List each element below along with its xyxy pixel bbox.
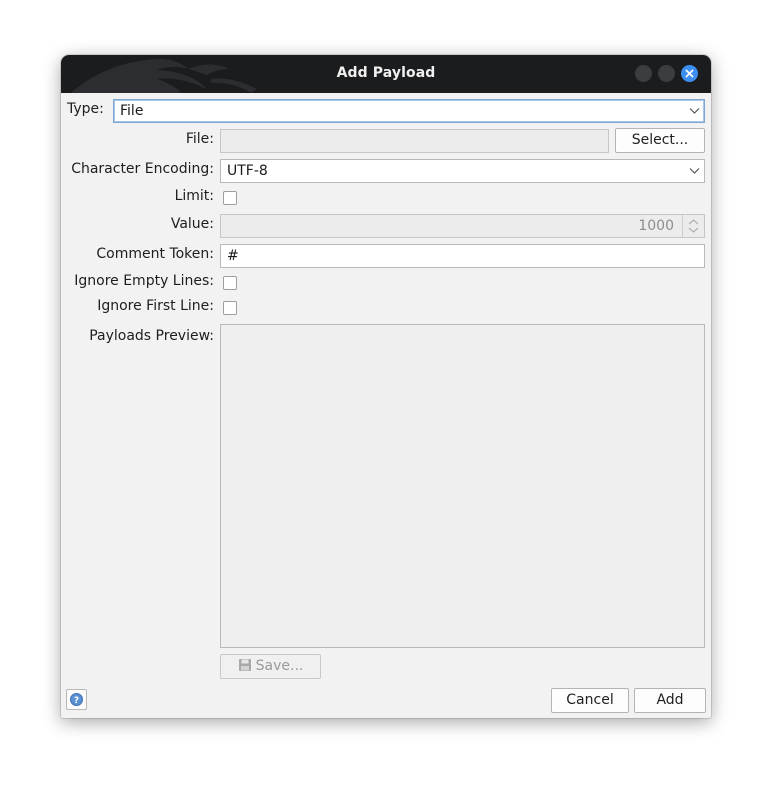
encoding-value: UTF-8 bbox=[227, 163, 268, 179]
ignore-first-line-label: Ignore First Line: bbox=[97, 298, 214, 314]
ignore-empty-lines-label: Ignore Empty Lines: bbox=[74, 273, 214, 289]
save-button-label: Save... bbox=[255, 658, 304, 674]
value-number: 1000 bbox=[638, 218, 674, 234]
limit-checkbox[interactable] bbox=[223, 191, 237, 205]
help-icon: ? bbox=[70, 693, 83, 706]
ignore-first-line-checkbox[interactable] bbox=[223, 301, 237, 315]
value-label: Value: bbox=[170, 216, 214, 232]
type-combobox[interactable]: File bbox=[113, 99, 705, 123]
payloads-preview-label: Payloads Preview: bbox=[89, 328, 214, 344]
close-icon[interactable] bbox=[681, 65, 698, 82]
chevron-down-icon bbox=[689, 108, 700, 114]
ignore-empty-lines-checkbox[interactable] bbox=[223, 276, 237, 290]
select-file-button[interactable]: Select... bbox=[615, 128, 705, 153]
title-bar[interactable]: Add Payload bbox=[61, 55, 711, 93]
maximize-icon[interactable] bbox=[658, 65, 675, 82]
help-button[interactable]: ? bbox=[66, 689, 87, 710]
limit-label: Limit: bbox=[174, 188, 214, 204]
add-payload-dialog: Add Payload Type: File File: Select... C… bbox=[61, 55, 711, 718]
comment-token-value: # bbox=[227, 248, 239, 264]
chevron-down-icon bbox=[689, 168, 700, 174]
save-button: Save... bbox=[220, 654, 321, 679]
floppy-disk-icon bbox=[238, 659, 251, 671]
encoding-label: Character Encoding: bbox=[71, 161, 214, 177]
comment-token-label: Comment Token: bbox=[96, 246, 214, 262]
file-label: File: bbox=[185, 131, 214, 147]
add-button[interactable]: Add bbox=[634, 688, 706, 713]
dialog-title: Add Payload bbox=[336, 65, 436, 81]
cancel-button[interactable]: Cancel bbox=[551, 688, 629, 713]
payloads-preview-area[interactable] bbox=[220, 324, 705, 648]
type-label: Type: bbox=[67, 101, 104, 117]
comment-token-input[interactable]: # bbox=[220, 244, 705, 268]
svg-text:?: ? bbox=[74, 696, 79, 706]
type-value: File bbox=[120, 103, 144, 119]
file-path-field bbox=[220, 129, 609, 153]
minimize-icon[interactable] bbox=[635, 65, 652, 82]
spinner-icon bbox=[682, 215, 704, 237]
encoding-combobox[interactable]: UTF-8 bbox=[220, 159, 705, 183]
value-spinner: 1000 bbox=[220, 214, 705, 238]
